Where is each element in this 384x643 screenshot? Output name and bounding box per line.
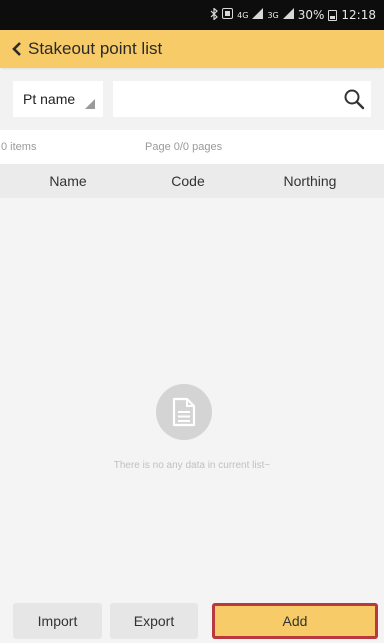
add-button[interactable]: Add xyxy=(212,603,378,639)
column-header-name: Name xyxy=(49,173,87,189)
dropdown-corner-icon xyxy=(85,99,95,109)
signal-3g-icon xyxy=(282,8,294,22)
export-button[interactable]: Export xyxy=(110,603,198,639)
signal-4g-label: 4G xyxy=(237,10,249,20)
signal-3g-label: 3G xyxy=(267,10,279,20)
import-button[interactable]: Import xyxy=(13,603,102,639)
filter-dropdown-label: Pt name xyxy=(23,91,76,107)
status-bar: 4G 3G 30% 12:18 xyxy=(0,0,384,30)
chevron-left-icon xyxy=(12,42,21,56)
empty-state-message: There is no any data in current list~ xyxy=(113,460,271,471)
page-indicator: Page 0/0 pages xyxy=(145,141,223,153)
item-count: 0 items xyxy=(1,141,37,153)
signal-4g-icon xyxy=(252,8,264,22)
search-row: Pt name xyxy=(0,70,384,130)
point-list[interactable]: There is no any data in current list~ xyxy=(0,198,384,598)
empty-document-icon xyxy=(156,384,212,440)
battery-percent: 30% xyxy=(297,8,325,22)
app-bar: Stakeout point list xyxy=(0,30,384,68)
search-input[interactable] xyxy=(113,81,337,117)
back-button[interactable] xyxy=(8,30,26,68)
page-title: Stakeout point list xyxy=(28,39,163,58)
column-header-northing: Northing xyxy=(283,173,337,189)
search-button[interactable] xyxy=(337,81,371,117)
bluetooth-icon xyxy=(210,6,219,23)
filter-dropdown[interactable]: Pt name xyxy=(13,81,103,117)
search-icon xyxy=(344,89,365,110)
nfc-icon xyxy=(222,8,234,22)
column-header-code: Code xyxy=(171,173,205,189)
bottom-action-bar: Import Export Add xyxy=(0,598,384,643)
status-time: 12:18 xyxy=(341,8,376,22)
table-header: Name Code Northing xyxy=(0,164,384,198)
battery-icon xyxy=(328,9,338,21)
list-info-row: 0 items Page 0/0 pages xyxy=(0,135,384,161)
